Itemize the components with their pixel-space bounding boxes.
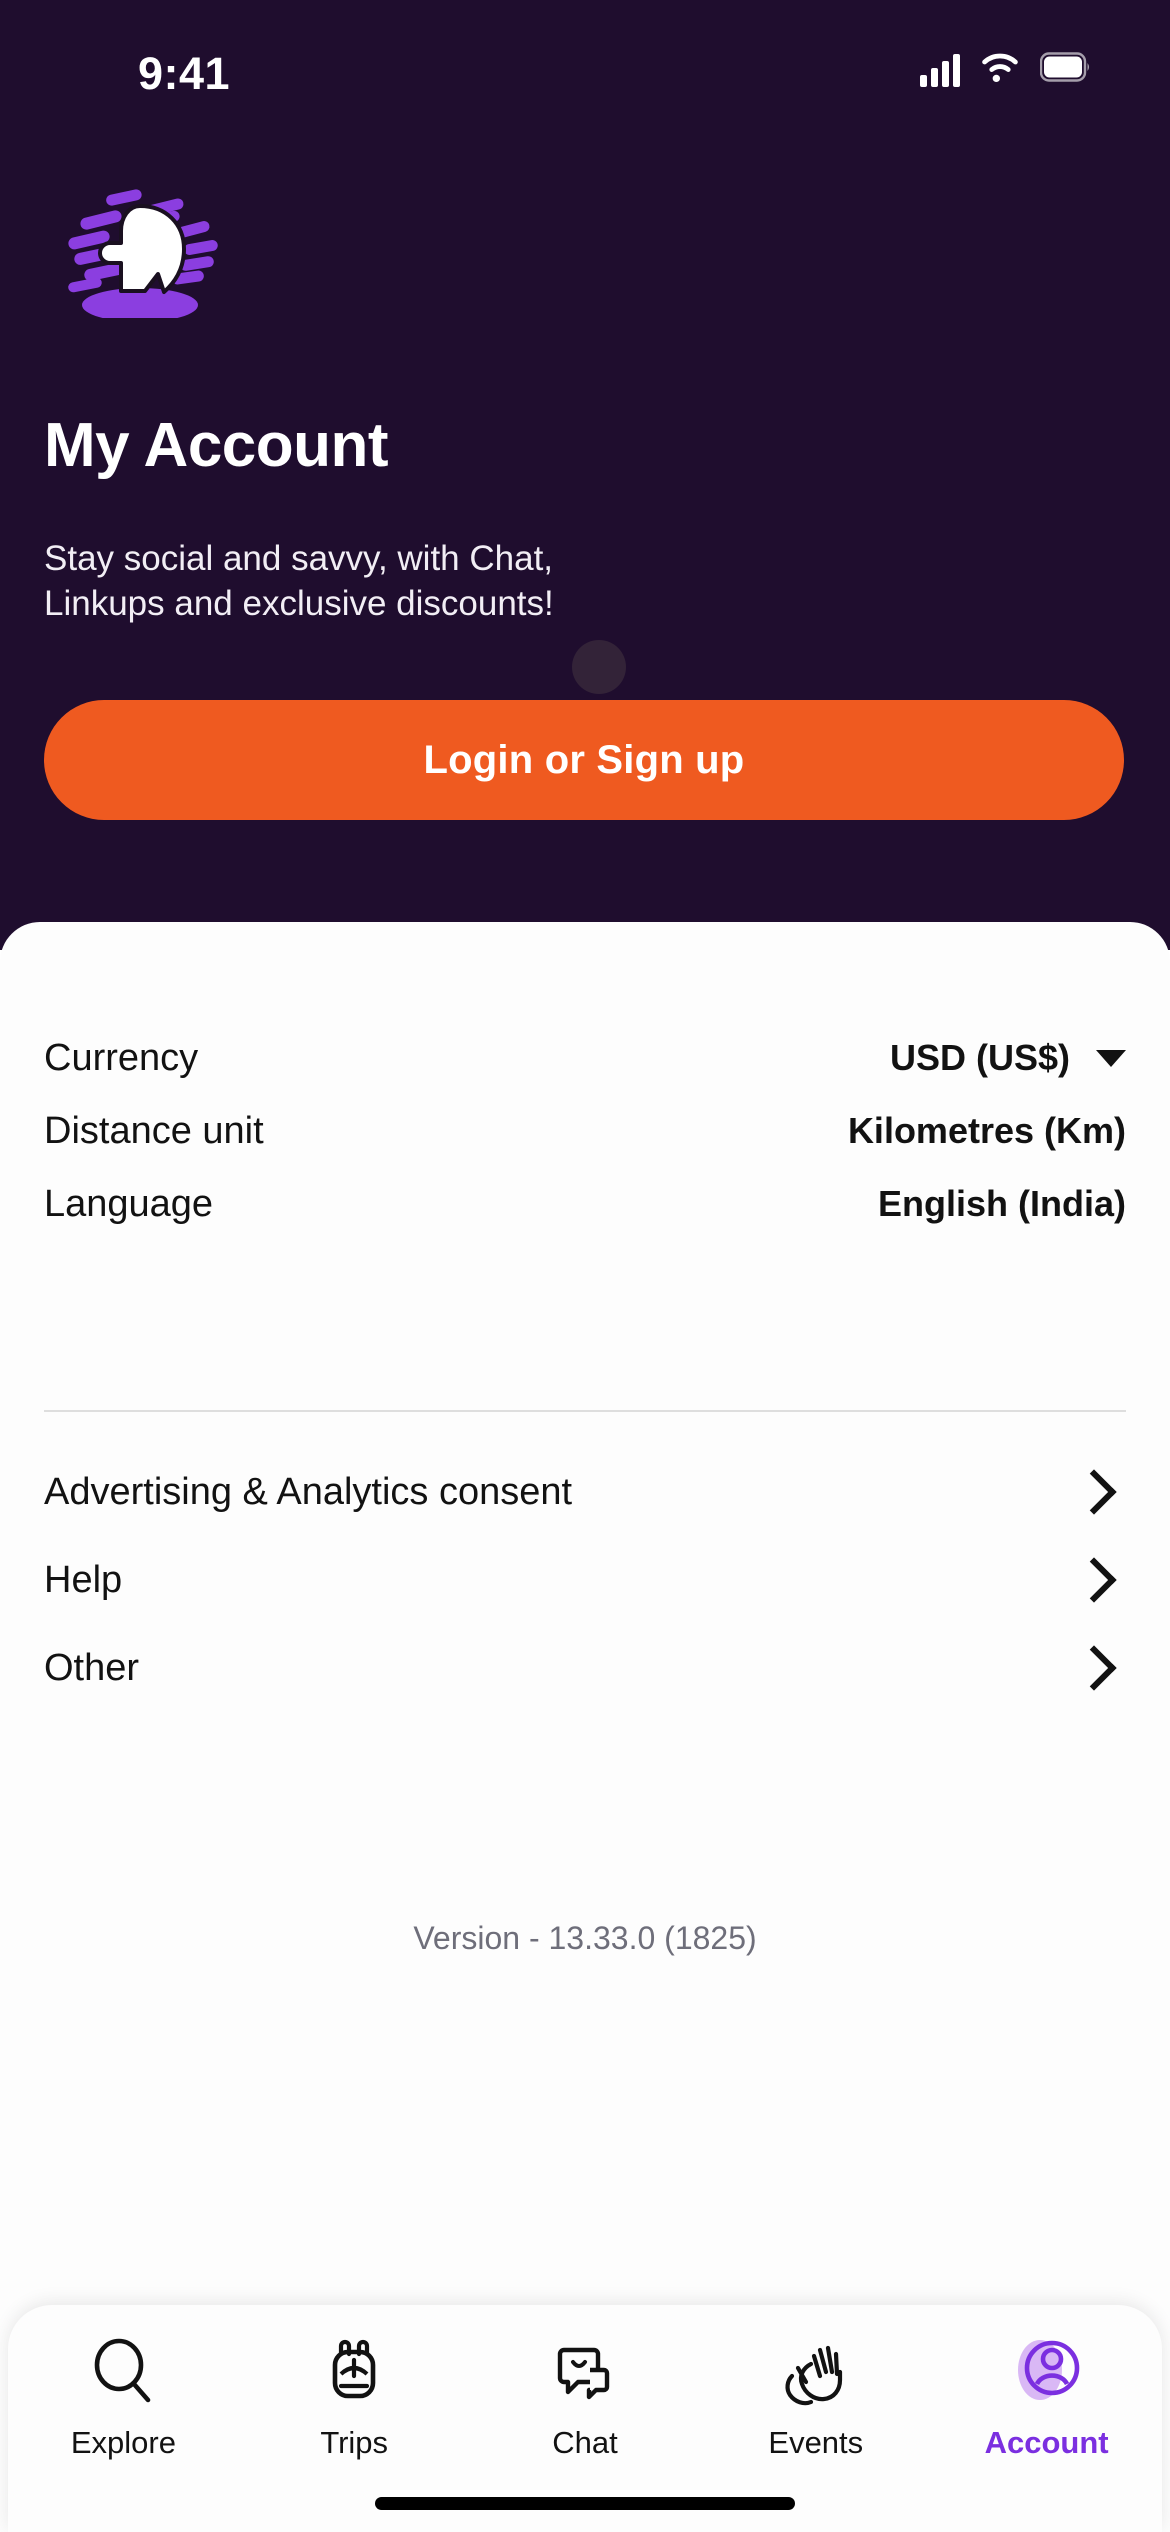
wifi-icon bbox=[978, 50, 1022, 89]
tab-account[interactable]: Account bbox=[947, 2331, 1147, 2461]
chat-bubbles-icon bbox=[548, 2331, 622, 2411]
app-version-text: Version - 13.33.0 (1825) bbox=[413, 1920, 757, 1956]
tab-events[interactable]: Events bbox=[716, 2331, 916, 2461]
tab-label-events: Events bbox=[768, 2425, 864, 2460]
backpack-icon bbox=[317, 2331, 391, 2411]
chevron-right-icon bbox=[1071, 1557, 1117, 1603]
cellular-signal-icon bbox=[920, 53, 960, 87]
tab-label-trips: Trips bbox=[320, 2425, 389, 2460]
chevron-right-icon bbox=[1071, 1645, 1117, 1691]
app-logo-head-icon bbox=[44, 188, 234, 322]
bottom-tab-bar: Explore Trips Chat Events Account bbox=[8, 2305, 1162, 2532]
tab-label-chat: Chat bbox=[552, 2425, 618, 2460]
setting-label-currency: Currency bbox=[44, 1036, 199, 1079]
chevron-right-icon bbox=[1071, 1469, 1117, 1515]
tab-trips[interactable]: Trips bbox=[254, 2331, 454, 2461]
setting-value-currency: USD (US$) bbox=[889, 1037, 1070, 1078]
home-indicator bbox=[375, 2497, 795, 2510]
search-icon bbox=[86, 2331, 160, 2411]
setting-row-currency[interactable]: Currency USD (US$) bbox=[44, 1021, 1126, 1095]
nav-row-other[interactable]: Other bbox=[44, 1628, 1126, 1708]
status-icons bbox=[920, 50, 1092, 89]
setting-value-distance-unit: Kilometres (Km) bbox=[847, 1110, 1126, 1151]
status-time: 9:41 bbox=[138, 48, 231, 99]
tab-chat[interactable]: Chat bbox=[485, 2331, 685, 2461]
tab-explore[interactable]: Explore bbox=[23, 2331, 223, 2461]
setting-value-language: English (India) bbox=[878, 1183, 1126, 1224]
setting-label-distance-unit: Distance unit bbox=[44, 1109, 264, 1152]
hero-header: 9:41 My Account Stay social and savvy, w… bbox=[0, 0, 1170, 950]
status-bar: 9:41 bbox=[0, 0, 1170, 120]
page-subtitle: Stay social and savvy, with Chat, Linkup… bbox=[44, 539, 554, 623]
setting-row-language[interactable]: Language English (India) bbox=[44, 1167, 1126, 1241]
setting-row-distance-unit[interactable]: Distance unit Kilometres (Km) bbox=[44, 1094, 1126, 1168]
section-divider bbox=[44, 1410, 1126, 1412]
nav-row-advertising-analytics-consent[interactable]: Advertising & Analytics consent bbox=[44, 1452, 1126, 1532]
nav-label-other: Other bbox=[44, 1646, 140, 1689]
nav-row-help[interactable]: Help bbox=[44, 1540, 1126, 1620]
nav-label-help: Help bbox=[44, 1558, 123, 1601]
tab-label-account: Account bbox=[984, 2425, 1109, 2460]
nav-label-advertising-analytics-consent: Advertising & Analytics consent bbox=[44, 1470, 573, 1513]
person-account-icon bbox=[1004, 2331, 1090, 2411]
tab-label-explore: Explore bbox=[70, 2425, 176, 2460]
setting-label-language: Language bbox=[44, 1182, 214, 1225]
chevron-down-icon[interactable] bbox=[1096, 1049, 1126, 1067]
login-or-signup-button[interactable]: Login or Sign up bbox=[44, 700, 1124, 820]
decorative-circle bbox=[572, 640, 626, 694]
waving-hands-icon bbox=[776, 2331, 856, 2411]
battery-icon bbox=[1039, 52, 1092, 87]
page-title: My Account bbox=[44, 411, 389, 480]
